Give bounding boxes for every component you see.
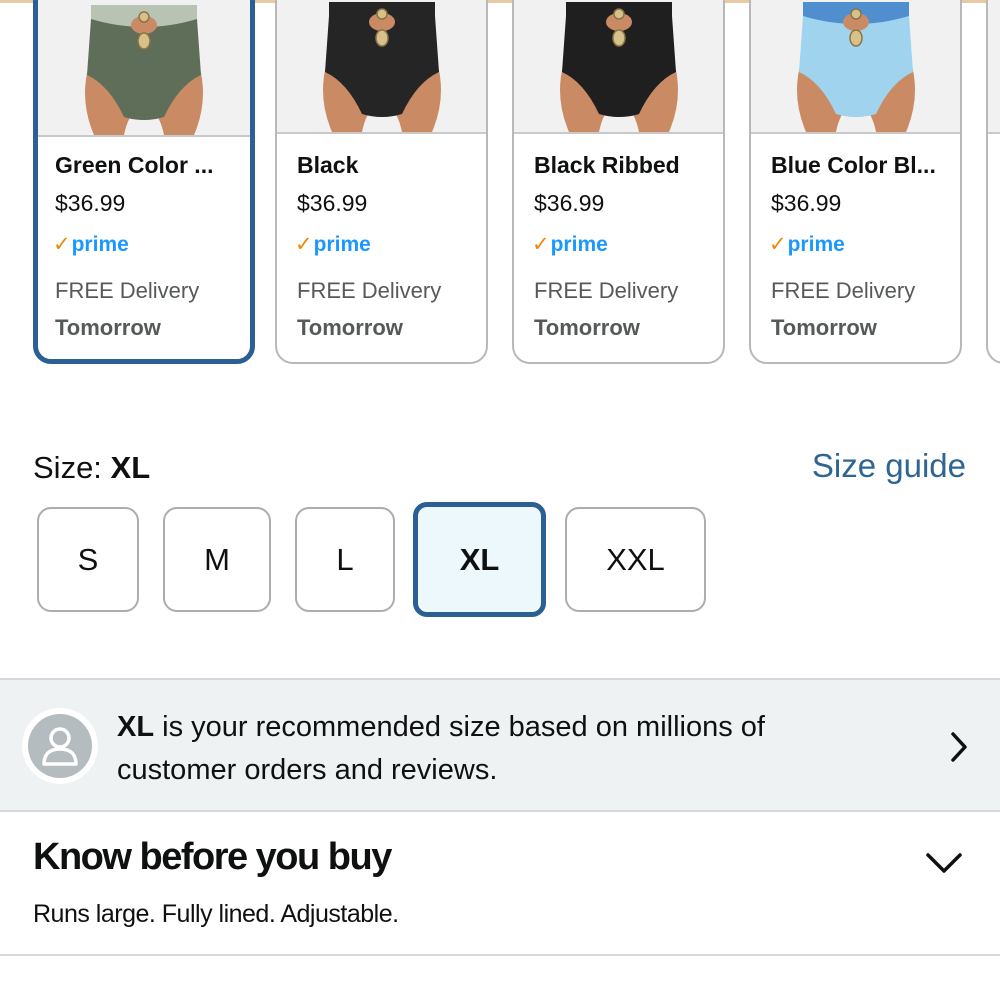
size-option-l[interactable]: L (295, 507, 395, 612)
variant-carousel[interactable]: Green Color ... $36.99 ✓prime FREE Deliv… (0, 0, 1000, 380)
variant-price: $36.99 (297, 190, 368, 216)
variant-price: $36.99 (534, 190, 605, 216)
delivery-text: FREE Delivery (297, 278, 442, 303)
variant-name: Green Color ... (55, 152, 214, 178)
variant-name: Black (297, 152, 359, 178)
delivery-text: FREE Delivery (55, 278, 200, 303)
user-icon (42, 727, 78, 766)
variant-name: Black Ribbed (534, 152, 680, 178)
variant-image (988, 0, 1000, 134)
size-option-xxl[interactable]: XXL (565, 507, 706, 612)
delivery-date: Tomorrow (771, 315, 877, 340)
delivery-date: Tomorrow (534, 315, 640, 340)
variant-image (514, 0, 723, 134)
delivery-date: Tomorrow (297, 315, 403, 340)
swimsuit-image (322, 2, 441, 132)
variant-card-black-ribbed[interactable]: Black Ribbed $36.99 ✓prime FREE Delivery… (512, 0, 725, 364)
prime-check-icon: ✓ (532, 233, 550, 256)
size-guide-link[interactable]: Size guide (812, 447, 966, 485)
know-before-you-buy-heading[interactable]: Know before you buy (33, 836, 392, 879)
delivery-date: Tomorrow (55, 315, 161, 340)
chevron-right-icon[interactable] (948, 730, 970, 764)
prime-check-icon: ✓ (769, 233, 787, 256)
prime-badge: ✓prime (295, 233, 371, 256)
prime-check-icon: ✓ (53, 233, 71, 256)
avatar (22, 708, 98, 784)
know-before-you-buy-description: Runs large. Fully lined. Adjustable. (33, 900, 399, 928)
section-divider (0, 954, 1000, 956)
prime-check-icon: ✓ (295, 233, 313, 256)
recommendation-text: XL is your recommended size based on mil… (117, 711, 765, 786)
variant-price: $36.99 (55, 190, 126, 216)
size-recommendation-banner[interactable]: XL is your recommended size based on mil… (0, 678, 1000, 812)
variant-name: Blue Color Bl... (771, 152, 936, 178)
selected-size-value: XL (110, 450, 151, 485)
variant-image (277, 0, 486, 134)
variant-card-black[interactable]: Black $36.99 ✓prime FREE Delivery Tomorr… (275, 0, 488, 364)
swimsuit-image (796, 2, 915, 132)
size-option-xl[interactable]: XL (413, 502, 546, 617)
variant-card-blue[interactable]: Blue Color Bl... $36.99 ✓prime FREE Deli… (749, 0, 962, 364)
swimsuit-image (85, 5, 203, 135)
size-option-s[interactable]: S (37, 507, 139, 612)
delivery-text: FREE Delivery (771, 278, 916, 303)
variant-price: $36.99 (771, 190, 842, 216)
variant-image (38, 0, 250, 137)
prime-badge: ✓prime (769, 233, 845, 256)
variant-card-next-partial[interactable] (986, 0, 1000, 364)
prime-badge: ✓prime (532, 233, 608, 256)
swimsuit-image (559, 2, 678, 132)
size-label: Size: XL (33, 450, 151, 485)
delivery-text: FREE Delivery (534, 278, 679, 303)
prime-badge: ✓prime (53, 233, 129, 256)
variant-card-green[interactable]: Green Color ... $36.99 ✓prime FREE Deliv… (33, 0, 255, 364)
size-option-m[interactable]: M (163, 507, 271, 612)
chevron-down-icon[interactable] (924, 850, 964, 876)
variant-image (751, 0, 960, 134)
